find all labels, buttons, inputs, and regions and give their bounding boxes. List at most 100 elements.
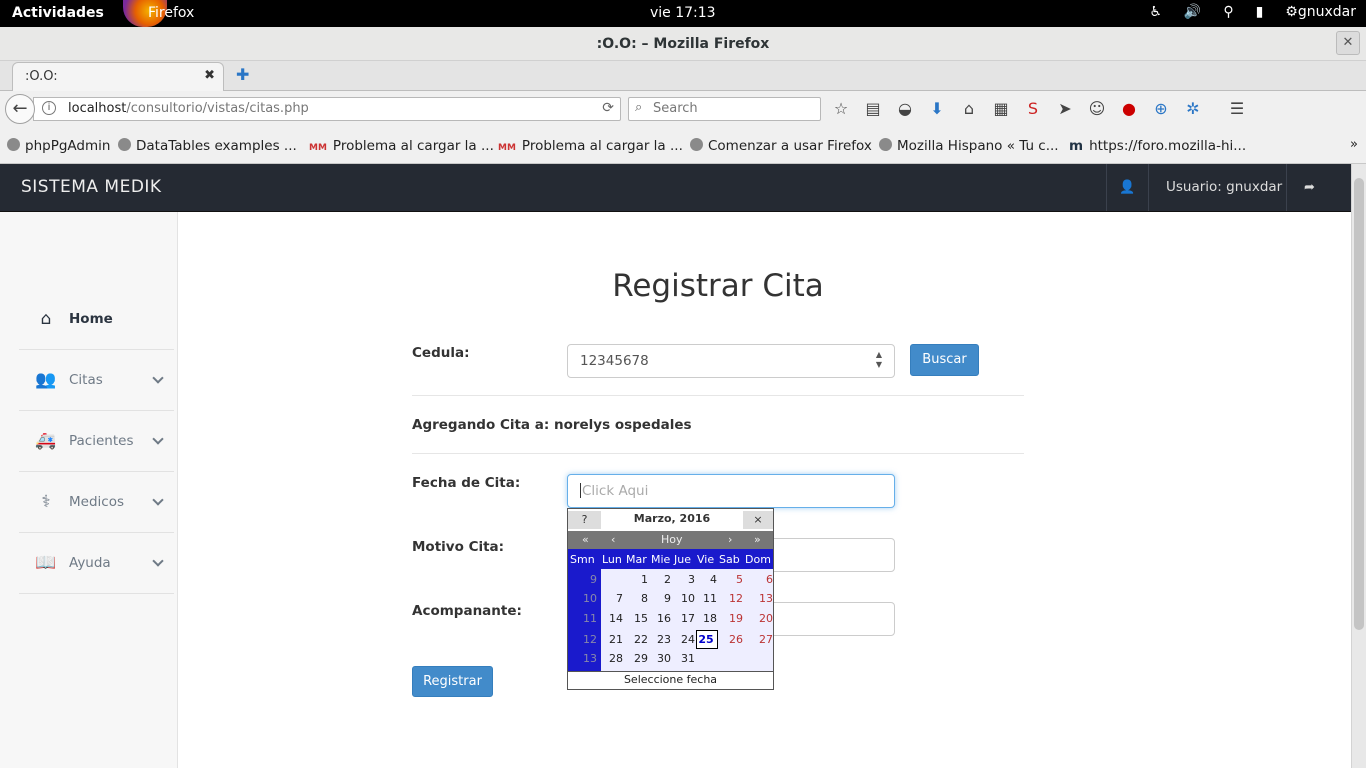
calendar-help-button[interactable]: ? [568, 511, 601, 529]
menu-icon[interactable]: ☰ [1228, 99, 1246, 118]
calendar-day[interactable]: 18 [695, 612, 717, 625]
today-button[interactable]: Hoy [661, 533, 683, 546]
next-month-button[interactable]: › [728, 533, 732, 546]
user-menu[interactable]: ⚙ gnuxdar [1285, 4, 1356, 20]
calendar-day[interactable]: 19 [721, 612, 743, 625]
bookmark-item[interactable]: phpPgAdmin [7, 138, 110, 154]
reload-icon[interactable]: ⟳ [602, 100, 614, 116]
activities-button[interactable]: Actividades [12, 5, 104, 21]
extension-icon[interactable]: ▦ [992, 99, 1010, 118]
user-label[interactable]: Usuario: gnuxdar [1148, 164, 1286, 211]
url-bar[interactable]: i localhost/consultorio/vistas/citas.php… [33, 97, 621, 121]
calendar-day[interactable]: 7 [601, 592, 623, 605]
extension-s-icon[interactable]: S [1024, 99, 1042, 118]
calendar-day[interactable]: 16 [649, 612, 671, 625]
battery-icon[interactable]: ▮ [1256, 4, 1264, 20]
url-path: /consultorio/vistas/citas.php [126, 101, 309, 116]
calendar-day[interactable]: 15 [626, 612, 648, 625]
bookmark-item[interactable]: DataTables examples ... [118, 138, 297, 154]
reading-list-icon[interactable]: ▤ [864, 99, 882, 118]
search-input[interactable]: ⌕ Search [628, 97, 821, 121]
download-helper-icon[interactable]: ⊕ [1152, 99, 1170, 118]
calendar-day-today[interactable]: 25 [695, 633, 717, 646]
user-icon[interactable]: 👤 [1106, 164, 1148, 211]
calendar-day[interactable]: 13 [751, 592, 773, 605]
bookmarks-overflow-icon[interactable]: » [1350, 137, 1358, 152]
scrollbar-thumb[interactable] [1354, 178, 1364, 630]
bookmark-item[interactable]: MM Problema al cargar la ... [309, 138, 494, 154]
volume-icon[interactable]: 🔊 [1184, 4, 1201, 20]
network-icon[interactable]: ⚲ [1223, 4, 1233, 20]
bookmark-item[interactable]: Mozilla Hispano « Tu c... [879, 138, 1059, 154]
pocket-icon[interactable]: ◒ [896, 99, 914, 118]
sidebar-item-home[interactable]: ⌂ Home [19, 289, 174, 350]
calendar-day[interactable]: 17 [673, 612, 695, 625]
calendar-close-button[interactable]: × [743, 511, 773, 529]
cedula-input[interactable]: 12345678 ▲ ▼ [567, 344, 895, 378]
calendar-day[interactable]: 21 [601, 633, 623, 646]
bookmark-item[interactable]: m https://foro.mozilla-hi... [1069, 138, 1246, 154]
bookmark-item[interactable]: Comenzar a usar Firefox [690, 138, 872, 154]
calendar-day[interactable]: 11 [695, 592, 717, 605]
calendar-day[interactable]: 24 [673, 633, 695, 646]
calendar-day[interactable]: 2 [649, 573, 671, 586]
window-close-button[interactable]: ✕ [1336, 31, 1360, 55]
calendar-day[interactable]: 31 [673, 652, 695, 665]
calendar-day[interactable]: 23 [649, 633, 671, 646]
mm-favicon-icon: MM [309, 143, 327, 153]
send-icon[interactable]: ➤ [1056, 99, 1074, 118]
calendar-day[interactable]: 9 [649, 592, 671, 605]
logout-icon[interactable]: ➦ [1286, 164, 1332, 211]
adblock-icon[interactable]: ● [1120, 99, 1138, 118]
downloads-icon[interactable]: ⬇ [928, 99, 946, 118]
app-menu[interactable]: Firefox [148, 5, 194, 21]
bookmark-item[interactable]: MM Problema al cargar la ... [498, 138, 683, 154]
back-button[interactable]: ← [5, 94, 35, 124]
calendar-day[interactable]: 28 [601, 652, 623, 665]
sidebar-item-citas[interactable]: 👥 Citas [19, 350, 174, 411]
cedula-value: 12345678 [580, 353, 649, 369]
calendar-day[interactable]: 22 [626, 633, 648, 646]
calendar-day[interactable]: 12 [721, 592, 743, 605]
sidebar-item-pacientes[interactable]: 🚑 Pacientes [19, 411, 174, 472]
prev-month-button[interactable]: ‹ [611, 533, 615, 546]
clock[interactable]: vie 17:13 [650, 5, 716, 21]
calendar-day[interactable]: 6 [751, 573, 773, 586]
divider [412, 453, 1024, 454]
bookmark-star-icon[interactable]: ☆ [832, 99, 850, 118]
prev-year-button[interactable]: « [582, 533, 589, 546]
tab-close-icon[interactable]: ✖ [204, 68, 215, 83]
sidebar-item-ayuda[interactable]: 📖 Ayuda [19, 533, 174, 594]
next-year-button[interactable]: » [754, 533, 761, 546]
page-scrollbar[interactable] [1351, 164, 1366, 768]
site-info-icon[interactable]: i [42, 101, 56, 115]
bookmark-label: DataTables examples ... [136, 138, 297, 154]
calendar-day[interactable]: 30 [649, 652, 671, 665]
calendar-day[interactable]: 20 [751, 612, 773, 625]
calendar-day[interactable]: 5 [721, 573, 743, 586]
extension-bug-icon[interactable]: ✲ [1184, 99, 1202, 118]
home-icon[interactable]: ⌂ [960, 99, 978, 118]
calendar-footer: Seleccione fecha [568, 671, 773, 689]
sidebar-item-medicos[interactable]: ⚕ Medicos [19, 472, 174, 533]
tab-current[interactable]: :O.O: ✖ [12, 62, 224, 91]
app-brand[interactable]: SISTEMA MEDIK [21, 177, 162, 197]
gnome-top-bar: Actividades Firefox vie 17:13 ♿ 🔊 ⚲ ▮ ⚙ … [0, 0, 1366, 27]
calendar-day[interactable]: 14 [601, 612, 623, 625]
calendar-day[interactable]: 8 [626, 592, 648, 605]
accessibility-icon[interactable]: ♿ [1149, 4, 1162, 20]
calendar-day[interactable]: 4 [695, 573, 717, 586]
calendar-day[interactable]: 10 [673, 592, 695, 605]
calendar-day[interactable]: 26 [721, 633, 743, 646]
fecha-input[interactable]: Click Aqui [567, 474, 895, 508]
chat-icon[interactable]: ☺ [1088, 99, 1106, 118]
number-spinner-icon[interactable]: ▲ ▼ [876, 350, 882, 370]
calendar-week-number: 11 [583, 612, 597, 625]
calendar-day[interactable]: 27 [751, 633, 773, 646]
calendar-day[interactable]: 1 [626, 573, 648, 586]
buscar-button[interactable]: Buscar [910, 344, 979, 376]
new-tab-button[interactable]: ✚ [236, 65, 249, 84]
calendar-day[interactable]: 29 [626, 652, 648, 665]
registrar-button[interactable]: Registrar [412, 666, 493, 697]
calendar-day[interactable]: 3 [673, 573, 695, 586]
